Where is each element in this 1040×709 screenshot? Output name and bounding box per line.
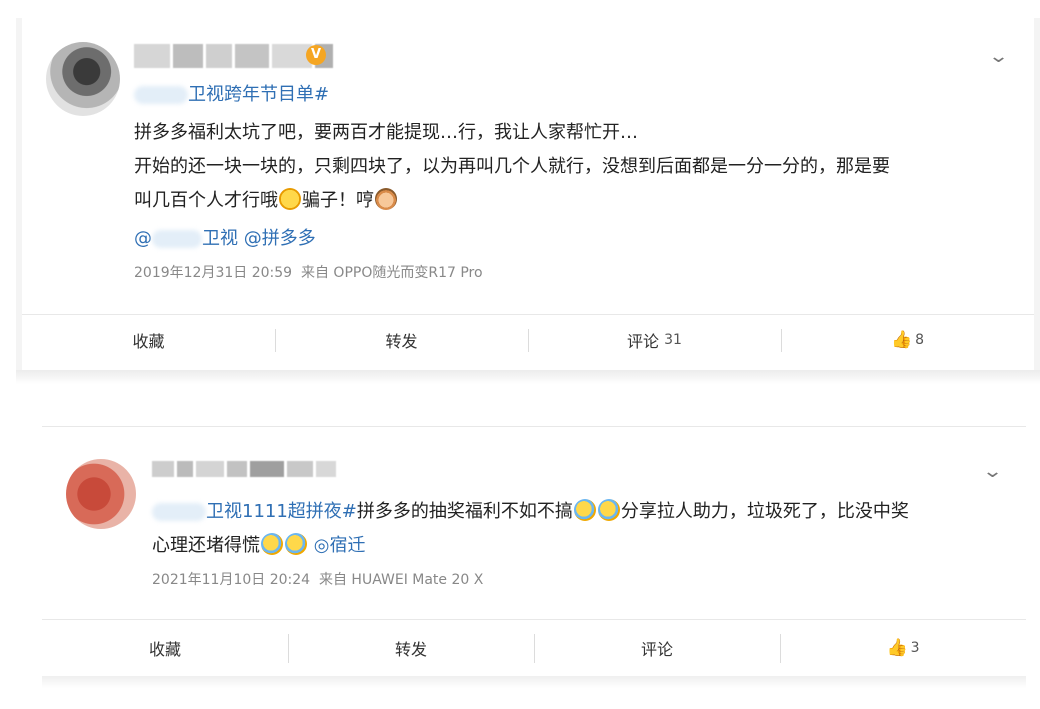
topic-blurred-prefix [134, 86, 188, 104]
repost-button[interactable]: 转发 [275, 315, 528, 364]
post-text-line-2: 开始的还一块一块的，只剩四块了，以为再叫几个人就行，没想到后面都是一分一分的，那… [134, 156, 890, 177]
thumbs-up-icon: 👍 [886, 637, 908, 658]
action-bar: 收藏 转发 评论 31 👍 8 [22, 314, 1034, 364]
post-text-line-2: 心理还堵得慌 ◎宿迁 [152, 531, 365, 557]
action-bar: 收藏 转发 评论 👍 3 [42, 619, 1026, 675]
post-text-line-3: 叫几百个人才行哦 骗子！哼 [134, 186, 398, 212]
post-text-line-1: 卫视1111超拼夜#拼多多的抽奖福利不如不搞 分享拉人助力，垃圾死了，比没中奖 [152, 497, 909, 523]
post-text-part-2: 分享拉人助力，垃圾死了，比没中奖 [620, 501, 909, 522]
verified-badge-icon: V [306, 45, 326, 65]
topic-blurred-prefix [152, 503, 206, 521]
topic-link[interactable]: 卫视1111超拼夜# [152, 501, 357, 522]
like-count: 8 [915, 331, 925, 348]
post-text-part-3: 心理还堵得慌 [152, 535, 260, 556]
favorite-button[interactable]: 收藏 [42, 620, 288, 675]
crying-laugh-emoji-icon [285, 533, 307, 555]
avatar[interactable] [66, 459, 136, 529]
mentions: @ 卫视 @拼多多 [134, 224, 316, 250]
repost-button[interactable]: 转发 [288, 620, 534, 675]
weibo-post-1: V ⌄ 卫视跨年节目单# 拼多多福利太坑了吧，要两百才能提现…行，我让人家帮忙开… [22, 18, 1034, 372]
source-device: 来自 OPPO随光而变R17 Pro [300, 265, 483, 281]
post-text-part-1: 拼多多的抽奖福利不如不搞 [356, 501, 573, 522]
username-blurred[interactable] [152, 461, 336, 477]
post-text-line-3-start: 叫几百个人才行哦 [134, 190, 278, 211]
post-text-line-1: 拼多多福利太坑了吧，要两百才能提现…行，我让人家帮忙开… [134, 122, 638, 143]
post-meta: 2021年11月10日 20:24 来自 HUAWEI Mate 20 X [152, 569, 483, 589]
username-blurred[interactable] [134, 44, 333, 68]
timestamp[interactable]: 2019年12月31日 20:59 [134, 265, 292, 281]
post-meta: 2019年12月31日 20:59 来自 OPPO随光而变R17 Pro [134, 262, 483, 282]
topic-link[interactable]: 卫视跨年节目单# [134, 80, 329, 106]
crying-laugh-emoji-icon [597, 499, 620, 521]
source-device: 来自 HUAWEI Mate 20 X [318, 572, 484, 588]
favorite-button[interactable]: 收藏 [22, 315, 275, 364]
avatar[interactable] [46, 42, 120, 116]
like-button[interactable]: 👍 8 [781, 315, 1034, 364]
cat-emoji-icon [375, 188, 397, 210]
timestamp[interactable]: 2021年11月10日 20:24 [152, 572, 310, 588]
chevron-down-icon[interactable]: ⌄ [982, 461, 1003, 482]
mention-tv-station[interactable]: @ 卫视 [134, 228, 238, 249]
sweat-smile-emoji-icon [279, 188, 301, 210]
thumbs-up-icon: 👍 [890, 329, 913, 350]
like-button[interactable]: 👍 3 [780, 620, 1026, 675]
location-link[interactable]: ◎宿迁 [314, 535, 366, 556]
comment-count: 31 [664, 331, 682, 348]
card-bottom-shadow [42, 676, 1026, 688]
crying-laugh-emoji-icon [261, 533, 283, 555]
comment-button[interactable]: 评论 31 [528, 315, 781, 364]
comment-button[interactable]: 评论 [534, 620, 780, 675]
crying-laugh-emoji-icon [573, 499, 596, 521]
weibo-post-2: ⌄ 卫视1111超拼夜#拼多多的抽奖福利不如不搞 分享拉人助力，垃圾死了，比没中奖… [42, 426, 1026, 678]
chevron-down-icon[interactable]: ⌄ [988, 46, 1009, 67]
topic-text[interactable]: 卫视跨年节目单# [188, 84, 329, 105]
card-divider-shadow [16, 370, 1040, 384]
mention-blurred [152, 230, 202, 248]
like-count: 3 [910, 639, 920, 656]
mention-pinduoduo[interactable]: @拼多多 [244, 228, 316, 249]
post-text-line-3-mid: 骗子！哼 [302, 190, 374, 211]
